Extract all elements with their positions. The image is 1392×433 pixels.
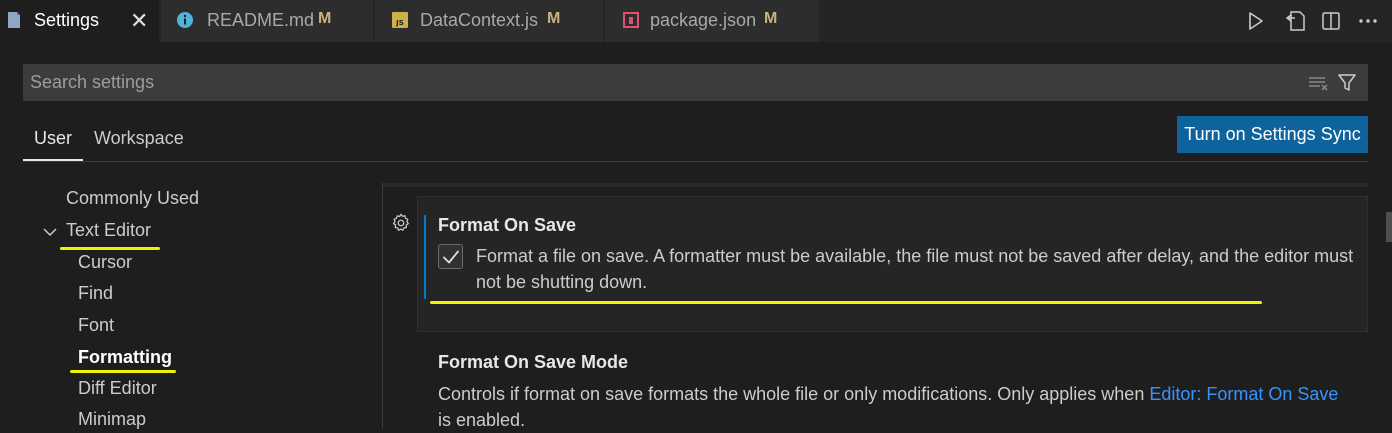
tab-label: DataContext.js <box>420 10 539 30</box>
toc-item-cursor[interactable]: Cursor <box>78 252 132 273</box>
run-icon[interactable] <box>1243 8 1269 34</box>
toc-item-minimap[interactable]: Minimap <box>78 409 146 430</box>
filter-icon[interactable] <box>1336 72 1358 94</box>
toc-item-find[interactable]: Find <box>78 283 113 304</box>
open-settings-json-icon[interactable] <box>1283 8 1309 34</box>
tab-package-json[interactable]: package.json M <box>605 0 820 42</box>
info-icon <box>176 10 194 30</box>
scrollbar-thumb[interactable] <box>1386 212 1392 242</box>
format-on-save-checkbox[interactable] <box>438 244 463 269</box>
modified-badge: M <box>764 10 778 27</box>
svg-text:JS: JS <box>395 19 404 27</box>
description-text: Controls if format on save formats the w… <box>438 384 1150 404</box>
toc-item-font[interactable]: Font <box>78 315 114 336</box>
tab-user[interactable]: User <box>34 128 72 149</box>
toc-item-commonly-used[interactable]: Commonly Used <box>66 188 199 209</box>
toc-item-text-editor[interactable]: Text Editor <box>66 220 151 241</box>
divider <box>23 161 1368 162</box>
focus-indicator <box>424 215 426 299</box>
toc-item-diff-editor[interactable]: Diff Editor <box>78 378 157 399</box>
setting-description: Controls if format on save formats the w… <box>438 381 1343 433</box>
editor-tab-bar: Settings ✕ README.md M JS DataContext.js… <box>0 0 1392 42</box>
setting-link[interactable]: Editor: Format On Save <box>1149 384 1338 404</box>
toc-divider <box>382 183 383 428</box>
tab-readme[interactable]: README.md M <box>161 0 374 42</box>
setting-title: Format On Save <box>438 215 577 235</box>
search-input[interactable] <box>23 64 1293 101</box>
toc-item-formatting[interactable]: Formatting <box>78 347 172 368</box>
description-text: is enabled. <box>438 410 526 430</box>
checkmark-icon <box>442 250 459 263</box>
settings-file-icon <box>5 10 23 30</box>
close-tab-icon[interactable]: ✕ <box>130 8 148 34</box>
tab-settings[interactable]: Settings ✕ <box>0 0 160 42</box>
settings-search-box <box>23 64 1368 101</box>
tab-label: package.json <box>650 10 757 30</box>
scroll-shadow <box>383 183 1368 187</box>
highlight-underline <box>70 370 176 373</box>
tab-label: Settings <box>34 10 100 30</box>
gear-icon[interactable] <box>390 212 412 234</box>
tab-label: README.md <box>207 10 315 30</box>
highlight-underline <box>60 247 160 250</box>
more-actions-icon[interactable] <box>1355 8 1381 34</box>
setting-title: Format On Save Mode <box>438 352 629 372</box>
js-file-icon: JS <box>391 10 409 30</box>
npm-package-icon <box>622 10 640 30</box>
modified-badge: M <box>318 10 332 27</box>
modified-badge: M <box>547 10 561 27</box>
highlight-underline <box>430 301 1262 304</box>
chevron-down-icon[interactable] <box>42 224 58 240</box>
split-editor-icon[interactable] <box>1318 8 1344 34</box>
tab-datacontext[interactable]: JS DataContext.js M <box>375 0 604 42</box>
setting-description: Format a file on save. A formatter must … <box>476 246 1354 292</box>
tab-workspace[interactable]: Workspace <box>94 128 184 149</box>
clear-search-icon[interactable] <box>1308 72 1330 94</box>
turn-on-settings-sync-button[interactable]: Turn on Settings Sync <box>1177 116 1368 153</box>
